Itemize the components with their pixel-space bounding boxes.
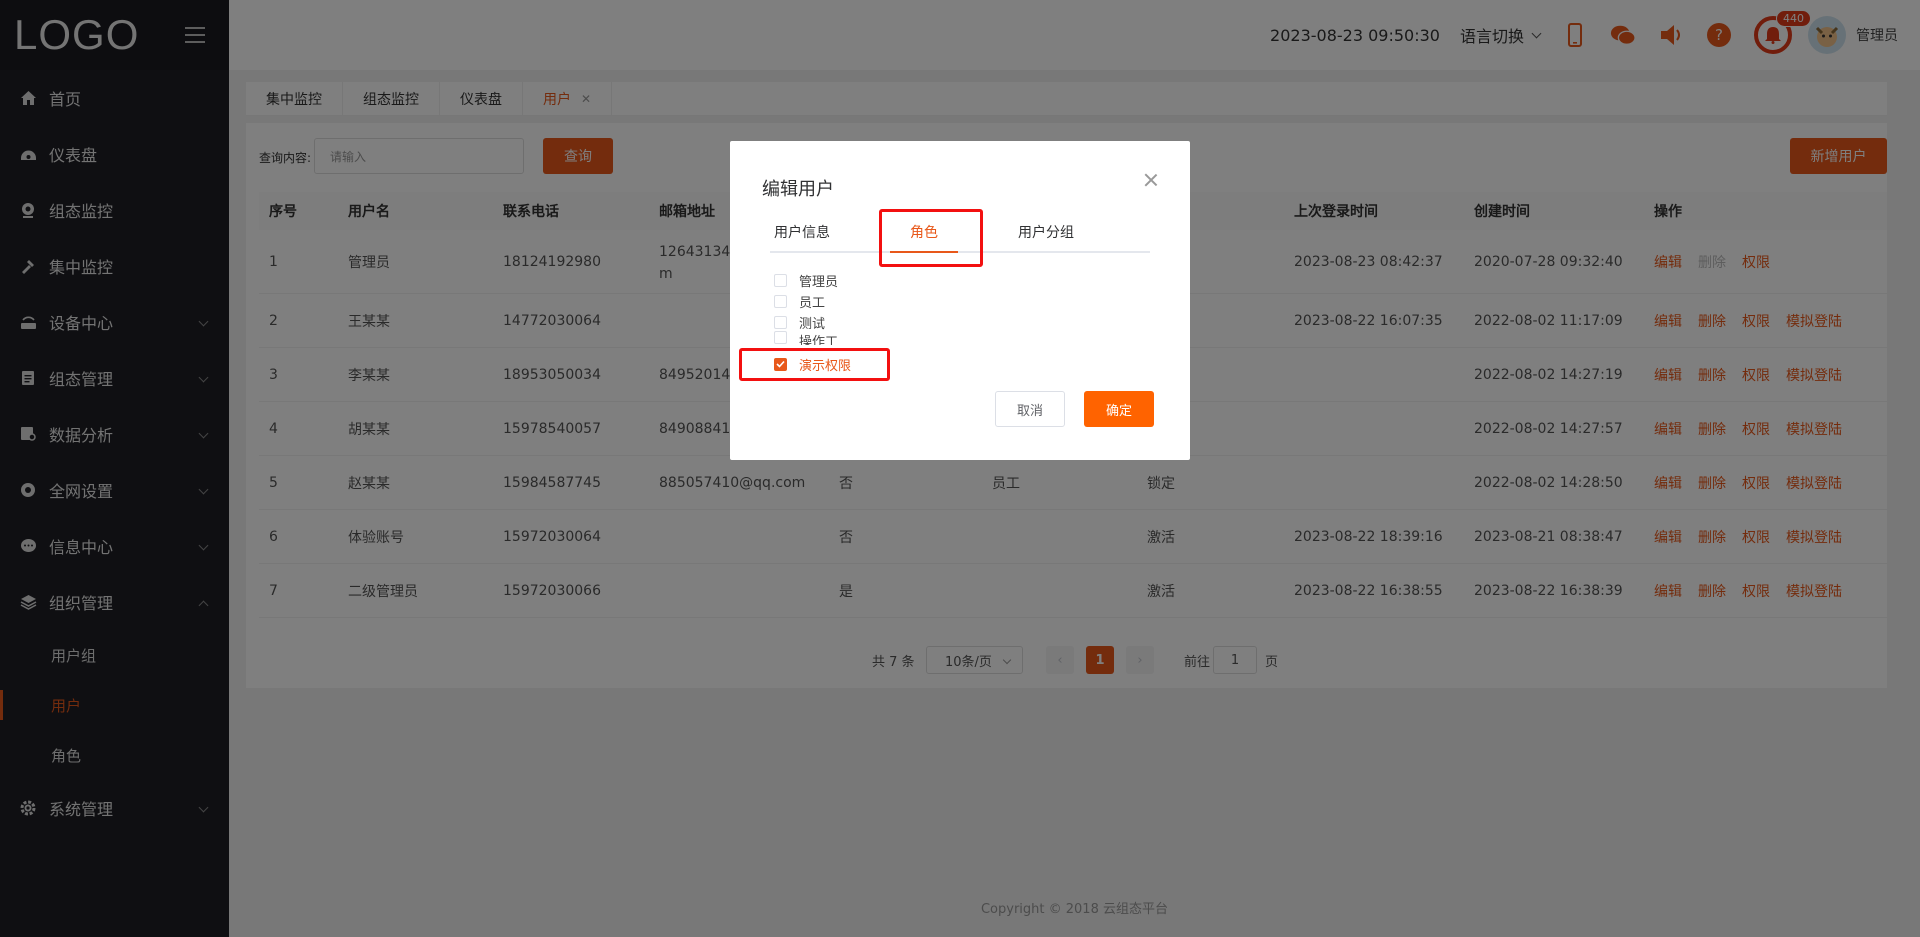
dialog-title: 编辑用户 <box>762 179 834 200</box>
edit-user-dialog: 编辑用户 用户信息 角色 用户分组 管理员 员工 测试 操作工 演示权限 取消 … <box>730 141 1190 460</box>
checkbox-checked-icon[interactable] <box>774 357 787 371</box>
role-checkbox-test[interactable]: 测试 <box>774 312 825 332</box>
checkbox[interactable] <box>774 273 787 287</box>
checkbox[interactable] <box>774 294 787 308</box>
role-checkbox-staff[interactable]: 员工 <box>774 291 825 311</box>
tab-user-group[interactable]: 用户分组 <box>1018 211 1074 253</box>
role-checkbox-demo[interactable]: 演示权限 <box>774 354 851 374</box>
checkbox-label: 测试 <box>799 316 826 332</box>
dialog-tabs: 用户信息 角色 用户分组 <box>770 211 1150 253</box>
tab-user-info[interactable]: 用户信息 <box>774 211 830 253</box>
close-icon[interactable] <box>1144 173 1158 187</box>
cancel-button[interactable]: 取消 <box>995 391 1065 427</box>
role-checkbox-admin[interactable]: 管理员 <box>774 270 838 290</box>
confirm-button[interactable]: 确定 <box>1084 391 1154 427</box>
tab-role[interactable]: 角色 <box>910 211 938 253</box>
checkbox[interactable] <box>774 315 787 329</box>
checkbox-label: 员工 <box>799 295 826 311</box>
checkbox-label: 演示权限 <box>799 358 852 374</box>
checkbox-label: 操作工 <box>799 335 839 345</box>
checkbox[interactable] <box>774 331 787 344</box>
active-tab-indicator <box>890 251 958 253</box>
role-checkbox-operator[interactable]: 操作工 <box>774 331 838 345</box>
checkbox-label: 管理员 <box>799 274 839 290</box>
